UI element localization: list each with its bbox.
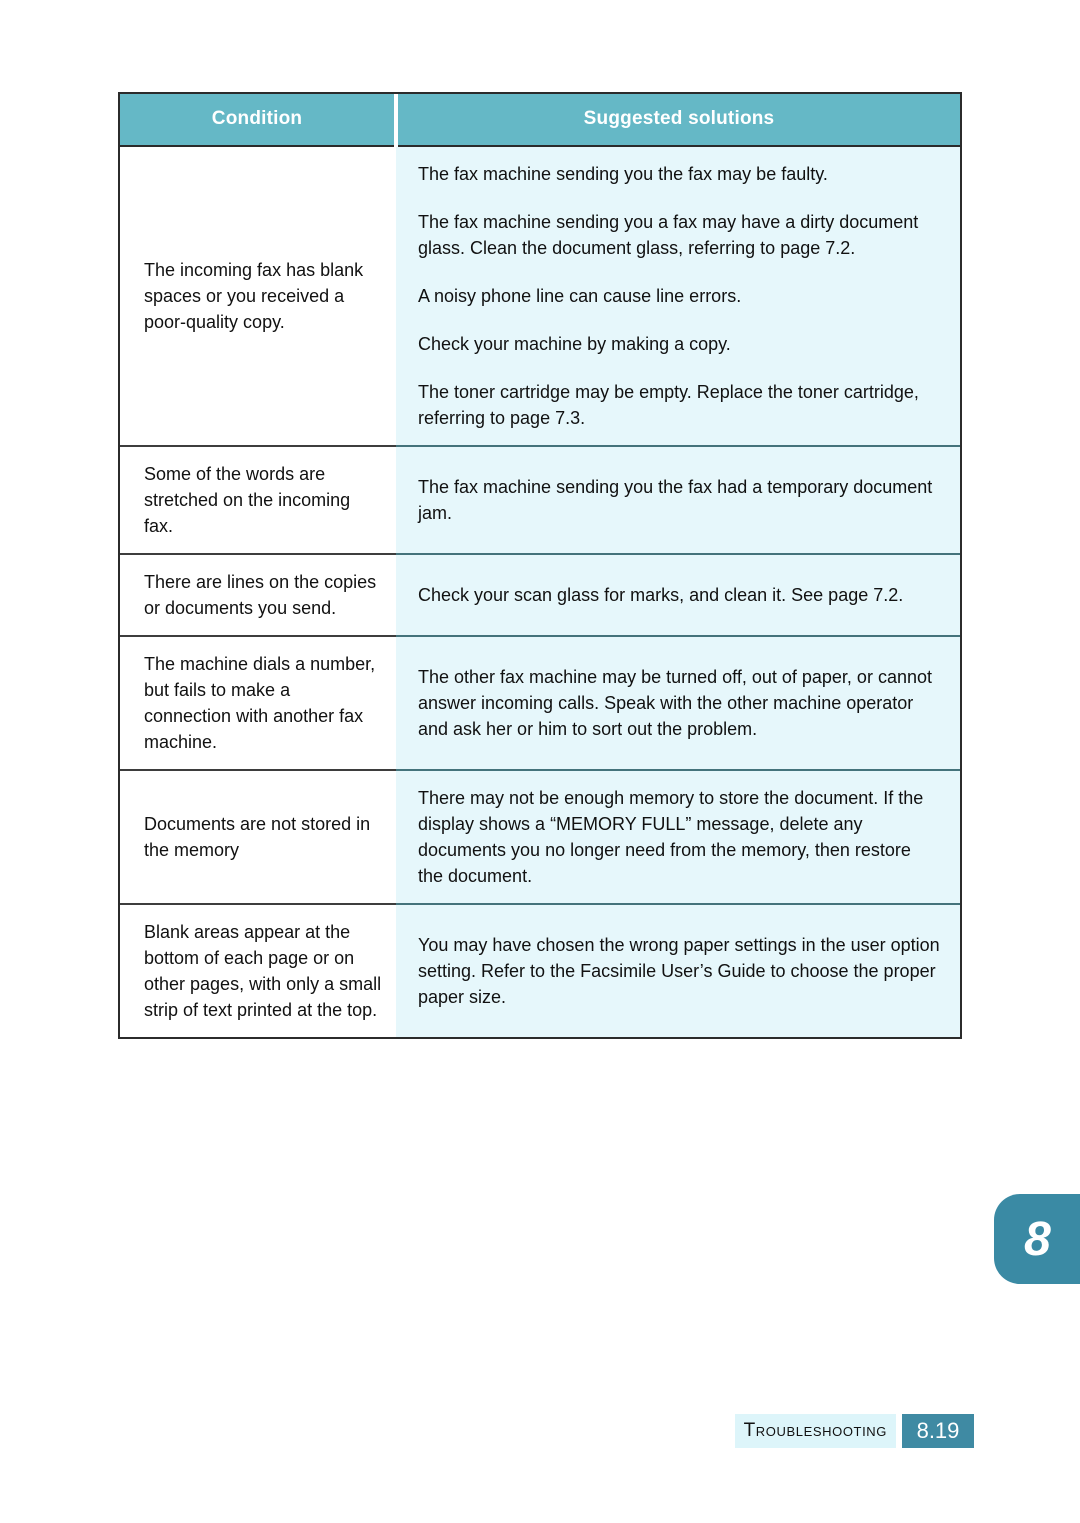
table-row: The machine dials a number, but fails to… bbox=[120, 635, 960, 770]
chapter-tab: 8 bbox=[994, 1194, 1080, 1284]
cell-suggested-solutions: The fax machine sending you the fax had … bbox=[396, 445, 960, 554]
condition-text: The incoming fax has blank spaces or you… bbox=[144, 260, 364, 332]
page-footer: Troubleshooting 8.19 bbox=[0, 1414, 1080, 1448]
table-header-row: Condition Suggested solutions bbox=[120, 94, 960, 146]
table-row: The incoming fax has blank spaces or you… bbox=[120, 146, 960, 446]
condition-text: Some of the words are stretched on the i… bbox=[144, 464, 351, 536]
table-header: Condition Suggested solutions bbox=[120, 94, 960, 146]
cell-condition: The incoming fax has blank spaces or you… bbox=[120, 146, 396, 446]
cell-suggested-solutions: The fax machine sending you the fax may … bbox=[396, 146, 960, 446]
column-header-suggested-solutions: Suggested solutions bbox=[396, 94, 960, 146]
table: Condition Suggested solutions The incomi… bbox=[120, 94, 960, 1037]
solution-paragraph: The toner cartridge may be empty. Replac… bbox=[418, 382, 919, 428]
cell-suggested-solutions: The other fax machine may be turned off,… bbox=[396, 635, 960, 770]
condition-text: There are lines on the copies or documen… bbox=[144, 572, 377, 618]
solution-paragraph: Check your scan glass for marks, and cle… bbox=[418, 585, 904, 605]
cell-condition: The machine dials a number, but fails to… bbox=[120, 635, 396, 770]
footer-page-number: 8.19 bbox=[902, 1414, 974, 1448]
chapter-tab-number: 8 bbox=[1024, 1212, 1051, 1266]
solution-paragraph: A noisy phone line can cause line errors… bbox=[418, 286, 742, 306]
table-row: There are lines on the copies or documen… bbox=[120, 553, 960, 636]
condition-text: Blank areas appear at the bottom of each… bbox=[144, 922, 382, 1020]
cell-condition: Documents are not stored in the memory bbox=[120, 769, 396, 904]
solution-paragraph: The fax machine sending you a fax may ha… bbox=[418, 212, 919, 258]
troubleshooting-table: Condition Suggested solutions The incomi… bbox=[118, 92, 962, 1039]
solution-paragraph: The fax machine sending you the fax had … bbox=[418, 477, 933, 523]
solution-paragraph: You may have chosen the wrong paper sett… bbox=[418, 935, 940, 1007]
cell-suggested-solutions: You may have chosen the wrong paper sett… bbox=[396, 903, 960, 1037]
document-page: Condition Suggested solutions The incomi… bbox=[0, 0, 1080, 1523]
cell-suggested-solutions: There may not be enough memory to store … bbox=[396, 769, 960, 904]
solution-paragraph: The other fax machine may be turned off,… bbox=[418, 667, 932, 739]
condition-text: The machine dials a number, but fails to… bbox=[144, 654, 376, 752]
cell-suggested-solutions: Check your scan glass for marks, and cle… bbox=[396, 553, 960, 636]
table-row: Documents are not stored in the memory Th… bbox=[120, 769, 960, 904]
cell-condition: Blank areas appear at the bottom of each… bbox=[120, 903, 396, 1037]
table-row: Some of the words are stretched on the i… bbox=[120, 445, 960, 554]
cell-condition: Some of the words are stretched on the i… bbox=[120, 445, 396, 554]
table-body: The incoming fax has blank spaces or you… bbox=[120, 146, 960, 1037]
solution-paragraph: Check your machine by making a copy. bbox=[418, 334, 731, 354]
solution-paragraph: The fax machine sending you the fax may … bbox=[418, 164, 828, 184]
table-row: Blank areas appear at the bottom of each… bbox=[120, 903, 960, 1037]
cell-condition: There are lines on the copies or documen… bbox=[120, 553, 396, 636]
footer-chapter-name: Troubleshooting bbox=[734, 1414, 896, 1448]
column-header-condition: Condition bbox=[120, 94, 398, 146]
solution-paragraph: There may not be enough memory to store … bbox=[418, 788, 924, 886]
condition-text: Documents are not stored in the memory bbox=[144, 814, 371, 860]
